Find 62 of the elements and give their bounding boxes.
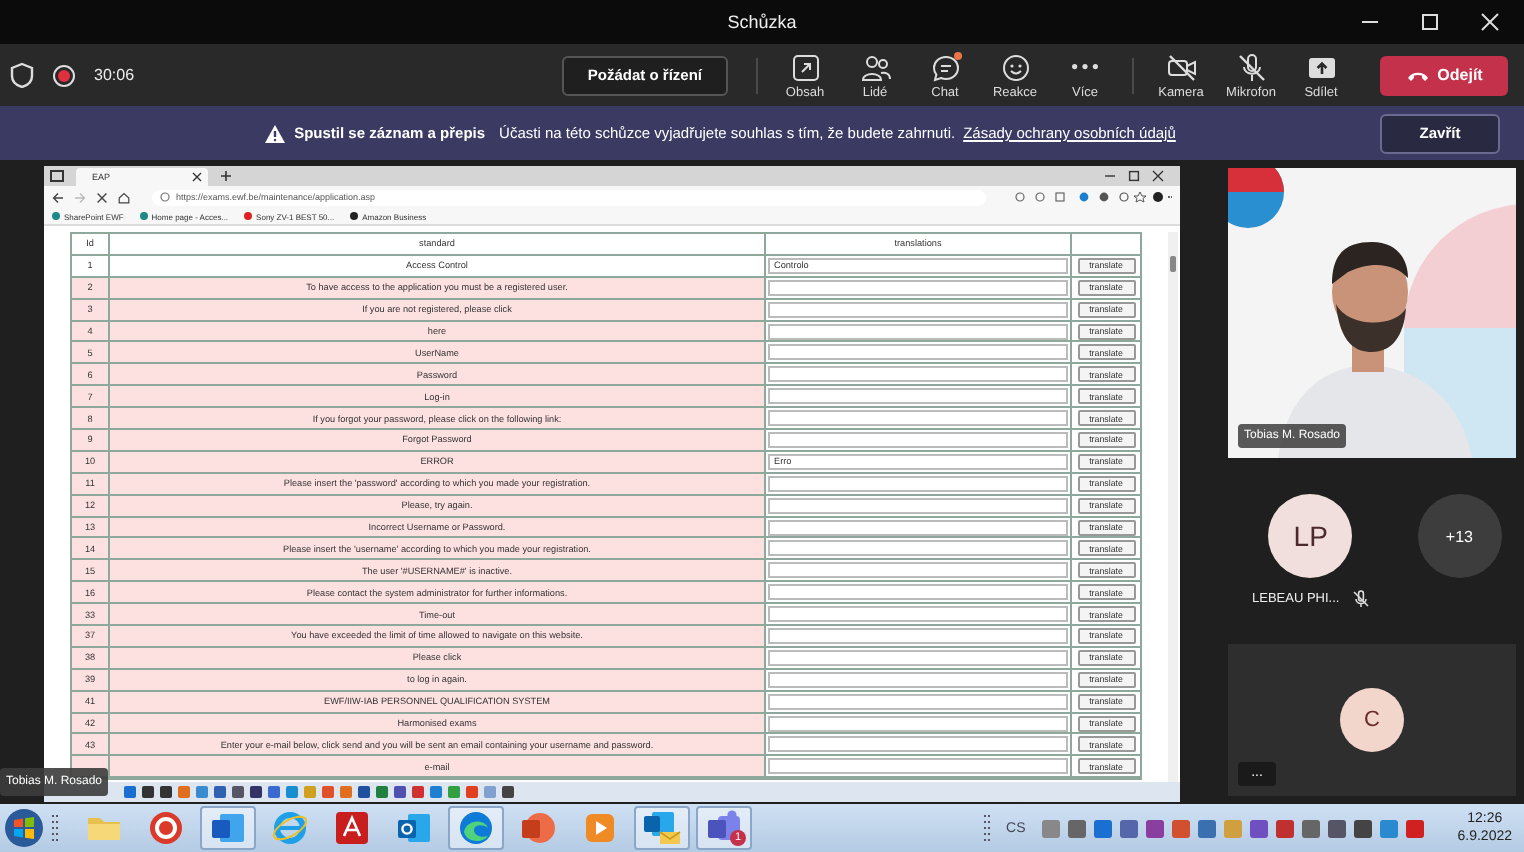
avatar: C xyxy=(1340,688,1404,752)
phone-icon xyxy=(1405,67,1430,83)
home-icon[interactable] xyxy=(118,191,130,203)
translation-field[interactable] xyxy=(768,736,1068,753)
translation-field[interactable] xyxy=(768,606,1068,623)
record-icon xyxy=(52,63,76,87)
translation-field[interactable] xyxy=(768,279,1068,296)
translation-field[interactable] xyxy=(768,388,1068,405)
taskbar-app[interactable] xyxy=(448,806,504,850)
close-icon[interactable] xyxy=(1152,170,1164,182)
people-icon xyxy=(859,51,891,83)
mail-app-icon xyxy=(394,808,434,848)
translation-field[interactable] xyxy=(768,366,1068,383)
smiley-icon xyxy=(999,51,1031,83)
translation-field[interactable] xyxy=(768,758,1068,775)
translation-field[interactable] xyxy=(768,715,1068,732)
shield-icon xyxy=(10,62,34,88)
translation-field[interactable] xyxy=(768,344,1068,361)
window-title: Schůzka xyxy=(725,12,799,32)
plus-icon[interactable] xyxy=(220,170,232,182)
mail-app-icon xyxy=(642,808,682,848)
leave-button[interactable]: Odejít xyxy=(1380,55,1508,95)
back-icon[interactable] xyxy=(52,191,64,203)
scrollbar[interactable] xyxy=(1168,232,1178,782)
translation-field[interactable] xyxy=(768,562,1068,579)
more-participants-button[interactable]: +13 xyxy=(1417,494,1502,578)
translation-field[interactable] xyxy=(768,323,1068,339)
meeting-timer: 30:06 xyxy=(94,66,135,84)
tab-actions-icon[interactable] xyxy=(50,170,64,182)
edge-icon xyxy=(456,808,496,848)
translation-field[interactable] xyxy=(768,693,1068,710)
taskbar-app[interactable] xyxy=(634,806,690,850)
translation-field[interactable] xyxy=(768,301,1068,318)
grip-icon xyxy=(52,812,60,844)
translation-field[interactable] xyxy=(768,584,1068,601)
translation-field[interactable] xyxy=(768,671,1068,688)
close-icon[interactable] xyxy=(192,172,202,182)
avatar: LP xyxy=(1268,494,1353,578)
translation-field[interactable] xyxy=(768,497,1068,514)
translation-field[interactable] xyxy=(768,627,1068,644)
info-icon xyxy=(160,192,170,202)
translation-field[interactable] xyxy=(768,431,1068,448)
ring-icon xyxy=(146,808,186,848)
translation-field[interactable] xyxy=(768,410,1068,427)
taskbar-app[interactable] xyxy=(200,806,256,850)
warning-icon xyxy=(264,123,287,143)
globe-e-icon xyxy=(270,808,310,848)
translation-field[interactable] xyxy=(768,475,1068,492)
play-icon xyxy=(580,808,620,848)
start-icon[interactable] xyxy=(4,808,44,848)
translation-field[interactable] xyxy=(768,540,1068,557)
more-icon xyxy=(1072,64,1098,70)
chat-icon xyxy=(929,51,961,83)
pdf-icon xyxy=(332,808,372,848)
share-content-icon xyxy=(789,51,821,83)
forward-icon[interactable] xyxy=(74,191,86,203)
translation-field[interactable] xyxy=(768,519,1068,536)
maximize-icon[interactable] xyxy=(1128,170,1140,182)
translation-field[interactable] xyxy=(768,649,1068,666)
stop-icon[interactable] xyxy=(96,191,108,203)
grip-icon xyxy=(984,812,993,844)
slides-icon xyxy=(518,808,558,848)
